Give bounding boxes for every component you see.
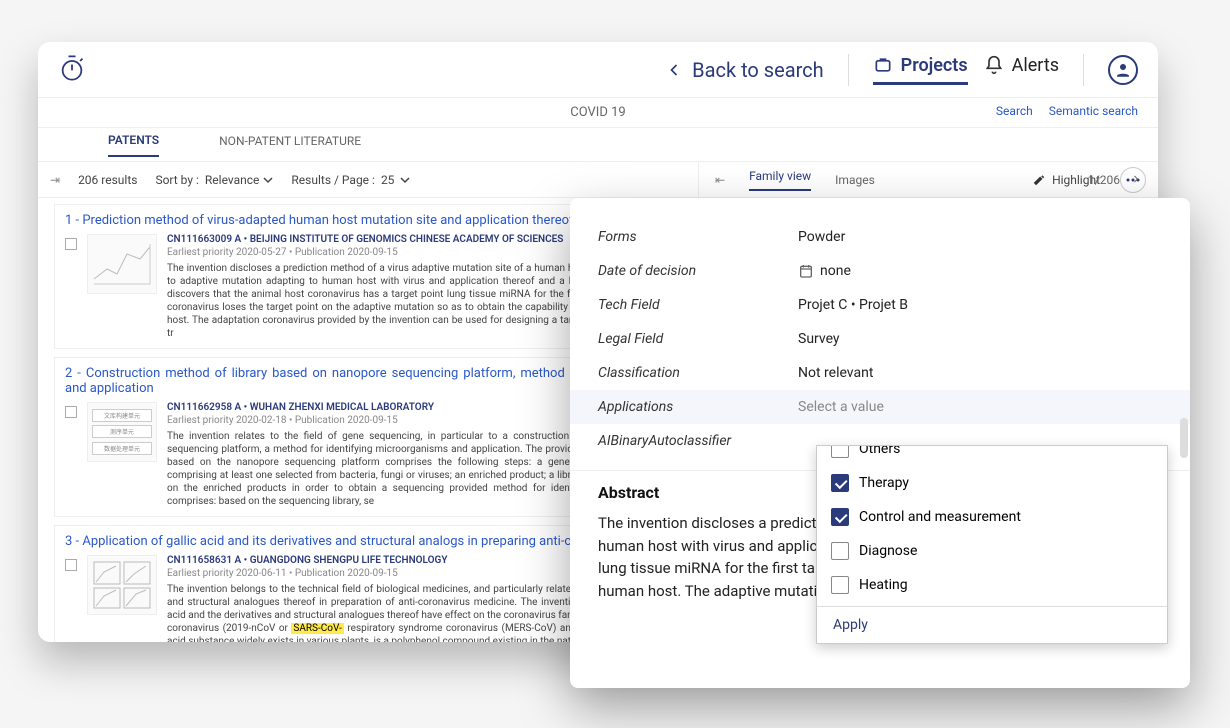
back-to-search-link[interactable]: Back to search [664, 58, 824, 82]
nav-projects[interactable]: Projects [873, 55, 968, 85]
field-label-classification: Classification [598, 365, 798, 381]
field-label-legal-field: Legal Field [598, 331, 798, 347]
detail-header: ⇤ Family view Images 1/206 [698, 162, 1158, 198]
subheader: COVID 19 Search Semantic search [38, 98, 1158, 128]
checkbox-icon[interactable] [831, 576, 849, 594]
dropdown-option[interactable]: Control and measurement [817, 500, 1167, 534]
calendar-icon [798, 263, 814, 279]
result-checkbox[interactable] [65, 559, 77, 571]
result-checkbox[interactable] [65, 406, 77, 418]
checkbox-icon[interactable] [831, 446, 849, 458]
doc-type-tabs: PATENTS NON-PATENT LITERATURE [38, 128, 1158, 162]
field-label-tech-field: Tech Field [598, 297, 798, 313]
result-thumbnail[interactable] [87, 555, 157, 615]
result-thumbnail[interactable]: 文库构建单元 测序单元 数据处理单元 [87, 402, 157, 462]
topbar: Back to search Projects Alerts [38, 42, 1158, 98]
back-label: Back to search [692, 58, 824, 82]
dropdown-option[interactable]: Diagnose [817, 534, 1167, 568]
field-value-legal-field[interactable]: Survey [798, 331, 1162, 347]
field-value-date-of-decision[interactable]: none [798, 263, 1162, 279]
avatar[interactable] [1108, 55, 1138, 85]
applications-dropdown: Others Therapy Control and measurement D… [816, 445, 1168, 644]
apply-button[interactable]: Apply [817, 606, 1167, 643]
sort-label: Sort by : [155, 173, 198, 187]
dropdown-options: Others Therapy Control and measurement D… [817, 446, 1167, 606]
tab-npl[interactable]: NON-PATENT LITERATURE [219, 134, 361, 156]
highlight-term: SARS-CoV- [291, 623, 344, 634]
applications-select[interactable]: Select a value [798, 399, 1162, 415]
result-thumbnail[interactable] [87, 234, 157, 294]
field-value-classification[interactable]: Not relevant [798, 365, 1162, 381]
pager-next-icon[interactable] [1130, 173, 1142, 188]
alerts-label: Alerts [1012, 55, 1059, 76]
tab-patents[interactable]: PATENTS [108, 133, 159, 157]
checkbox-icon[interactable] [831, 508, 849, 526]
tab-images[interactable]: Images [835, 173, 875, 187]
field-label-applications: Applications [598, 399, 798, 415]
checkbox-icon[interactable] [831, 474, 849, 492]
pager-value: 1/206 [1088, 173, 1120, 187]
collapse-icon[interactable]: ⇤ [715, 173, 725, 187]
project-title: COVID 19 [570, 105, 625, 120]
link-semantic-search[interactable]: Semantic search [1049, 104, 1138, 118]
nav-alerts[interactable]: Alerts [984, 55, 1059, 85]
dropdown-option[interactable]: Therapy [817, 466, 1167, 500]
field-value-forms[interactable]: Powder [798, 229, 1162, 245]
stopwatch-icon[interactable] [58, 54, 86, 86]
dropdown-option[interactable]: Others [817, 446, 1167, 466]
field-value-tech-field[interactable]: Projet C • Projet B [798, 297, 1162, 313]
rpp-label: Results / Page : [291, 173, 375, 187]
field-label-forms: Forms [598, 229, 798, 245]
checkbox-icon[interactable] [831, 542, 849, 560]
dropdown-option[interactable]: Heating [817, 568, 1167, 602]
field-label-aibinary: AIBinaryAutoclassifier [598, 433, 798, 449]
tab-family-view[interactable]: Family view [749, 169, 811, 191]
rpp-select[interactable]: 25 [381, 173, 411, 187]
expand-icon[interactable]: ⇥ [50, 173, 60, 187]
result-checkbox[interactable] [65, 238, 77, 250]
link-search[interactable]: Search [996, 104, 1033, 118]
projects-label: Projects [901, 55, 968, 76]
field-label-date-of-decision: Date of decision [598, 263, 798, 279]
scrollbar[interactable] [1180, 418, 1188, 458]
sort-select[interactable]: Relevance [205, 173, 274, 187]
results-count: 206 results [78, 173, 137, 187]
